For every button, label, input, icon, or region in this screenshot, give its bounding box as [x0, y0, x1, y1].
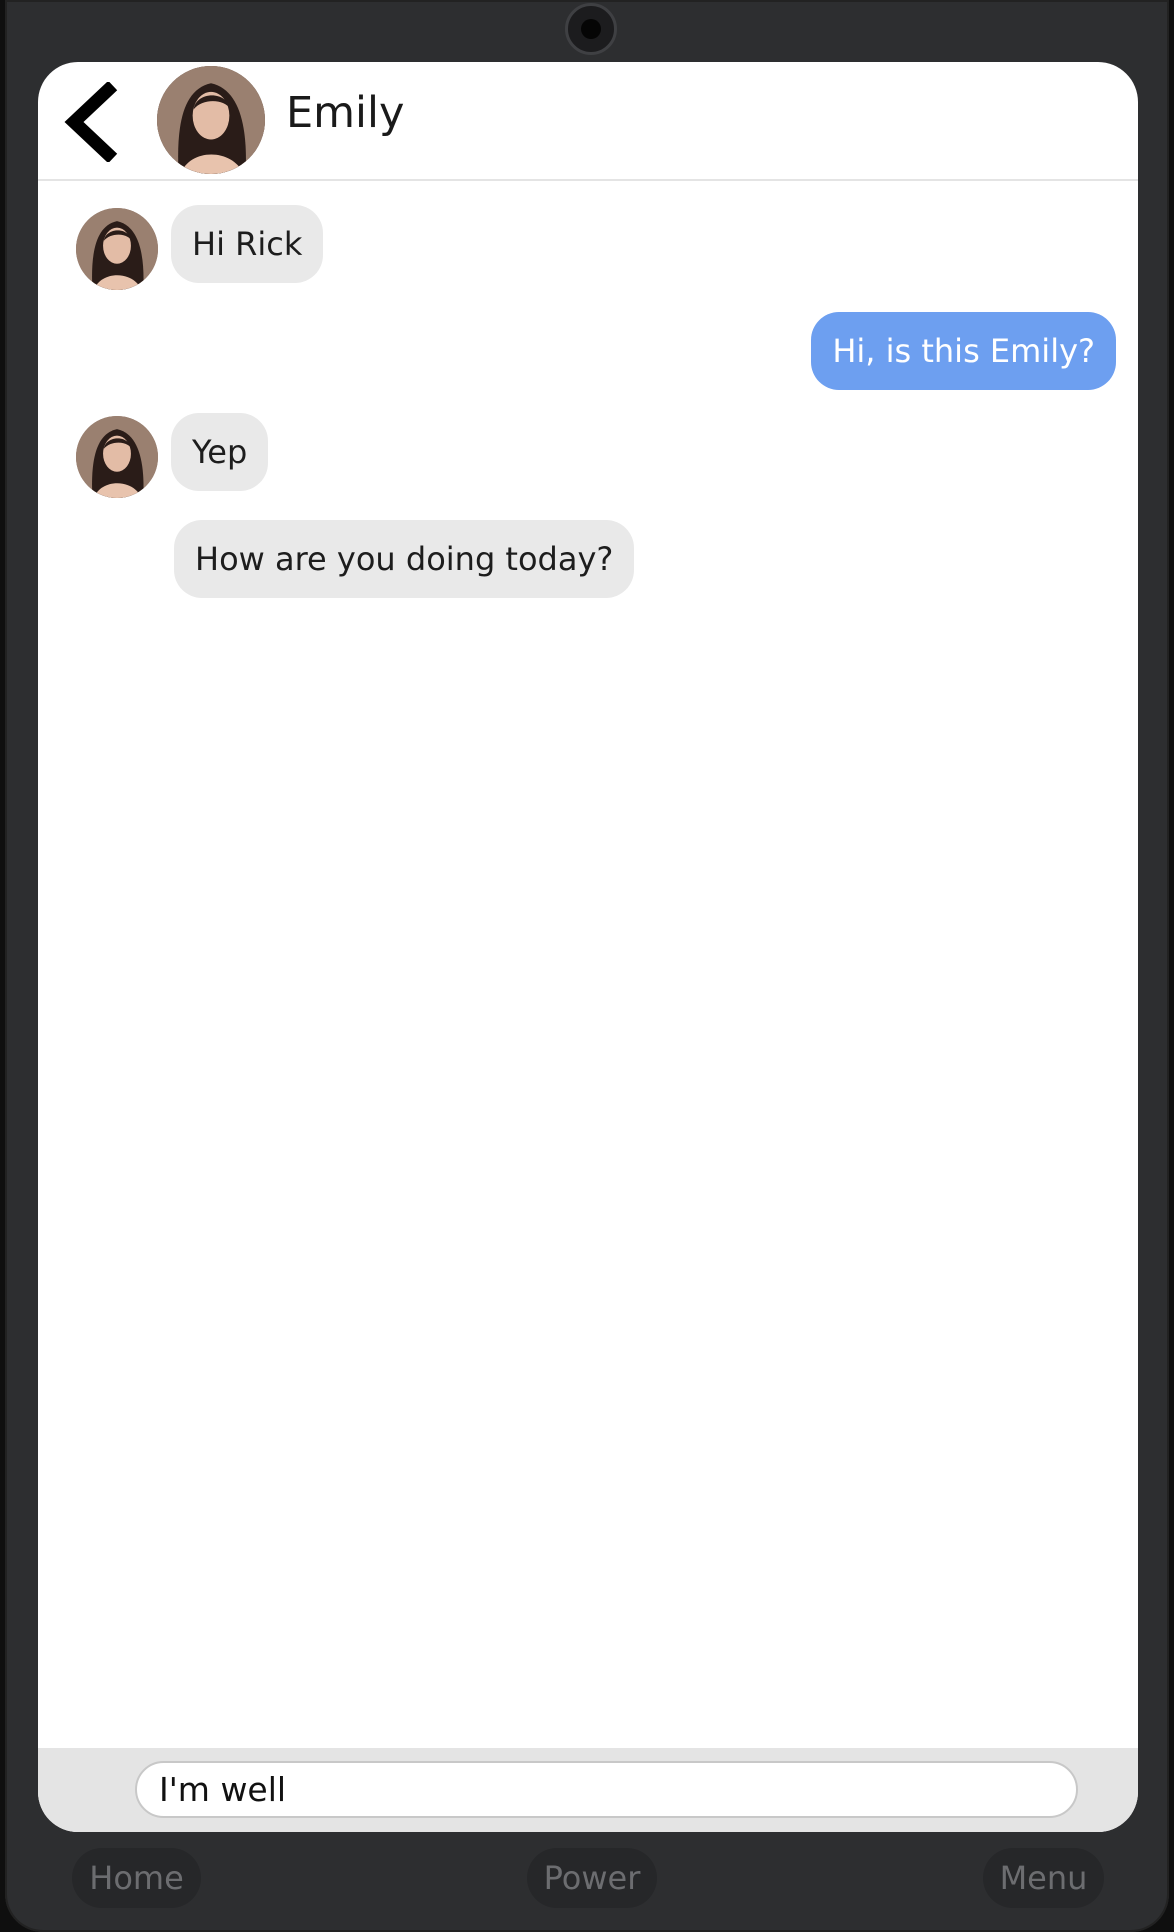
tablet-frame: Emily Hi Rick Hi, is this Emily? Yep How…: [5, 0, 1169, 1932]
avatar-photo: [76, 208, 158, 290]
message-bubble-outgoing[interactable]: Hi, is this Emily?: [811, 312, 1116, 390]
chat-header: Emily: [38, 62, 1138, 181]
message-bubble-incoming[interactable]: Yep: [171, 413, 269, 491]
menu-button[interactable]: Menu: [983, 1848, 1104, 1908]
avatar-photo: [76, 416, 158, 498]
home-button[interactable]: Home: [72, 1848, 201, 1908]
message-input[interactable]: [135, 1761, 1078, 1818]
chat-screen: Emily Hi Rick Hi, is this Emily? Yep How…: [38, 62, 1138, 1832]
camera-icon: [565, 3, 617, 55]
contact-avatar[interactable]: [157, 66, 265, 174]
contact-name: Emily: [286, 88, 405, 138]
power-button[interactable]: Power: [527, 1848, 657, 1908]
avatar-photo: [157, 66, 265, 174]
chevron-left-icon: [64, 80, 118, 164]
message-avatar: [76, 416, 158, 498]
message-avatar: [76, 208, 158, 290]
message-bubble-incoming[interactable]: Hi Rick: [171, 205, 324, 283]
message-bubble-incoming[interactable]: How are you doing today?: [174, 520, 635, 598]
message-composer: [38, 1748, 1138, 1832]
back-button[interactable]: [60, 80, 130, 164]
